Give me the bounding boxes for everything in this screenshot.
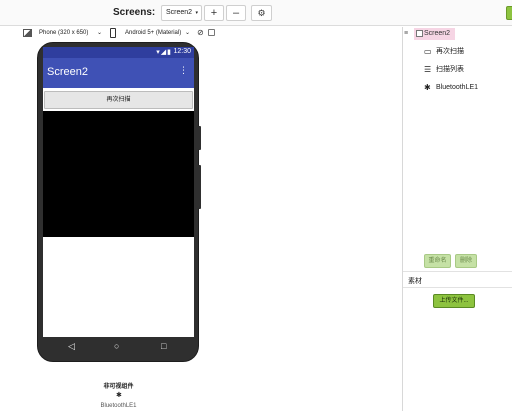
- screen-select-value: Screen2: [166, 9, 193, 16]
- device-size-select[interactable]: Phone (320 x 650) ⌄: [36, 28, 104, 39]
- eye-slash-icon[interactable]: ⊘: [197, 28, 204, 37]
- phone-screen: ▾◢▮ 12:30 Screen2 ⋮ 再次扫描: [43, 47, 194, 337]
- device-size-value: Phone (320 x 650): [39, 30, 89, 36]
- upload-file-button[interactable]: 上传文件...: [433, 294, 475, 308]
- chevron-down-icon: ▾: [195, 10, 198, 16]
- status-bar: ▾◢▮ 12:30: [43, 47, 194, 58]
- rescan-button[interactable]: 再次扫描: [44, 91, 193, 109]
- remove-screen-button[interactable]: –: [226, 5, 246, 21]
- corner-app-icon[interactable]: [506, 6, 512, 20]
- theme-select-value: Android 5+ (Material): [125, 30, 182, 36]
- top-toolbar: Screens: Screen2 ▾ + – ⚙: [0, 0, 512, 26]
- divider: [403, 287, 512, 288]
- media-title: 素材: [408, 278, 422, 285]
- bluetooth-component-label: BluetoothLE1: [100, 403, 137, 409]
- nav-recent-icon[interactable]: □: [161, 341, 166, 351]
- nonvisible-components-title: 非可视组件: [103, 384, 134, 390]
- delete-button[interactable]: 删除: [455, 254, 477, 268]
- phone-nav-bar: ◁ ○ □: [43, 337, 194, 357]
- app-bar: Screen2 ⋮: [43, 58, 194, 88]
- bluetooth-icon[interactable]: ✱: [116, 391, 122, 399]
- screen-checkbox-icon: [416, 30, 423, 37]
- phone-icon: [110, 28, 116, 38]
- button-icon: ▭: [424, 47, 432, 56]
- viewer-toolbar: Phone (320 x 650) ⌄ Android 5+ (Material…: [0, 27, 400, 41]
- nav-home-icon[interactable]: ○: [114, 341, 119, 351]
- bluetooth-icon: ✱: [424, 83, 431, 92]
- tree-item-scan-list[interactable]: ☰ 扫描列表: [424, 64, 464, 76]
- tree-collapse-icon[interactable]: ≡: [404, 30, 408, 37]
- rename-button[interactable]: 重命名: [424, 254, 451, 268]
- nav-back-icon[interactable]: ◁: [68, 341, 75, 352]
- gear-icon: ⚙: [257, 8, 266, 18]
- tree-item-label: BluetoothLE1: [436, 84, 479, 91]
- list-icon: ☰: [424, 65, 432, 74]
- divider: [403, 271, 512, 272]
- phone-volume-button: [198, 165, 201, 209]
- tree-item-screen2[interactable]: Screen2: [414, 28, 455, 40]
- screens-label: Screens:: [113, 7, 156, 18]
- phone-power-button: [198, 126, 201, 150]
- show-hidden-checkbox[interactable]: [208, 29, 215, 36]
- chevron-down-icon: ⌄: [96, 30, 102, 36]
- add-screen-button[interactable]: +: [204, 5, 224, 21]
- status-icons: ▾◢▮: [156, 49, 172, 56]
- chevron-down-icon: ⌄: [184, 30, 190, 36]
- image-icon[interactable]: [23, 29, 32, 37]
- scan-list-view[interactable]: [43, 111, 194, 237]
- app-title: Screen2: [47, 66, 88, 78]
- project-settings-button[interactable]: ⚙: [251, 5, 272, 21]
- tree-item-label: 再次扫描: [436, 48, 464, 55]
- tree-item-label: 扫描列表: [436, 66, 464, 73]
- tree-item-label: Screen2: [424, 30, 451, 37]
- tree-item-rescan-button[interactable]: ▭ 再次扫描: [424, 46, 464, 58]
- status-time: 12:30: [173, 48, 191, 55]
- theme-select[interactable]: Android 5+ (Material) ⌄: [122, 28, 192, 39]
- tree-item-bluetooth[interactable]: ✱ BluetoothLE1: [424, 82, 478, 94]
- screen-select[interactable]: Screen2 ▾: [161, 5, 202, 21]
- overflow-menu-icon[interactable]: ⋮: [179, 65, 188, 76]
